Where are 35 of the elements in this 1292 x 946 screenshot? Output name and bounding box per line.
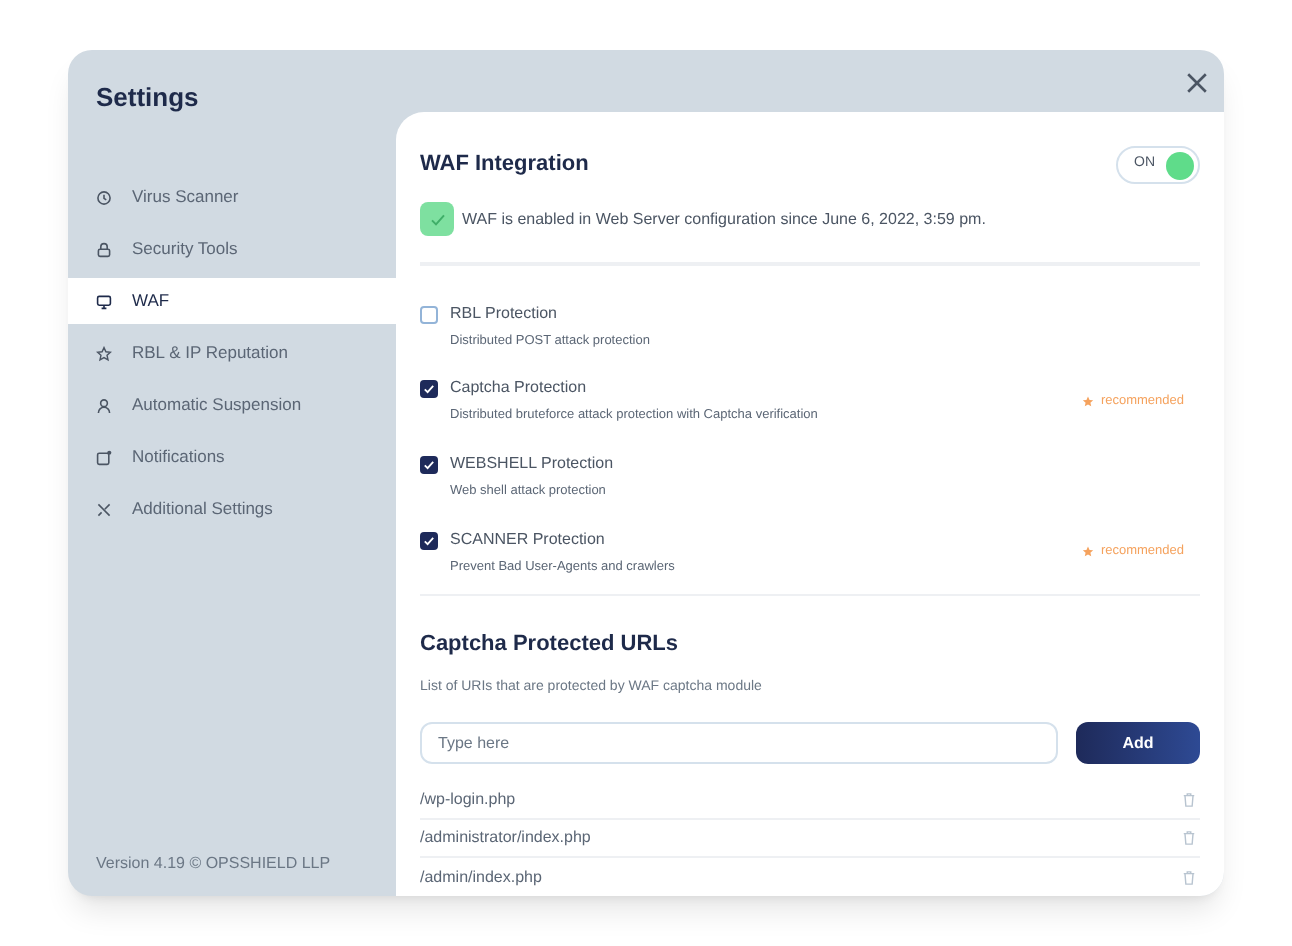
close-icon[interactable] [1186, 72, 1208, 94]
sidebar-item[interactable]: RBL & IP Reputation [68, 330, 396, 376]
checkbox[interactable] [420, 456, 438, 474]
status-message: WAF is enabled in Web Server configuration since June 6, 2022, 3:59 pm. [462, 207, 986, 231]
sidebar-item[interactable]: Additional Settings [68, 486, 396, 532]
sidebar-item[interactable]: Notifications [68, 434, 396, 480]
lock-icon [96, 241, 112, 257]
url-item: /administrator/index.php [420, 826, 591, 850]
checkbox[interactable] [420, 305, 438, 323]
window-title: Settings [96, 80, 201, 116]
url-item: /admin/index.php [420, 865, 542, 889]
clock-icon [96, 189, 112, 205]
protection-title: WEBSHELL Protection [450, 452, 616, 476]
star-icon [1082, 395, 1095, 408]
url-item: /wp-login.php [420, 788, 516, 812]
section-title: Captcha Protected URLs [420, 630, 680, 660]
sidebar-item[interactable]: Security Tools [68, 226, 396, 272]
protection-title: SCANNER Protection [450, 527, 607, 552]
checkbox[interactable] [420, 380, 438, 399]
star-icon [96, 345, 112, 361]
checkbox[interactable] [420, 531, 438, 550]
add-button[interactable]: Add [1076, 722, 1200, 764]
tools-icon [96, 501, 112, 517]
url-input[interactable]: Type here [420, 722, 1058, 764]
monitor-icon [96, 293, 112, 309]
notification-icon [96, 449, 112, 465]
user-icon [96, 397, 112, 413]
protection-title: Captcha Protection [450, 376, 589, 401]
section-title: WAF Integration [420, 150, 589, 181]
sidebar-item[interactable]: Automatic Suspension [68, 382, 396, 428]
protection-title: RBL Protection [450, 301, 560, 325]
sidebar-item[interactable]: Virus Scanner [68, 174, 396, 220]
star-icon [1082, 546, 1095, 559]
sidebar-item[interactable]: WAF [68, 278, 396, 324]
version-text: Version 4.19 © OPSSHIELD LLP [96, 852, 333, 876]
